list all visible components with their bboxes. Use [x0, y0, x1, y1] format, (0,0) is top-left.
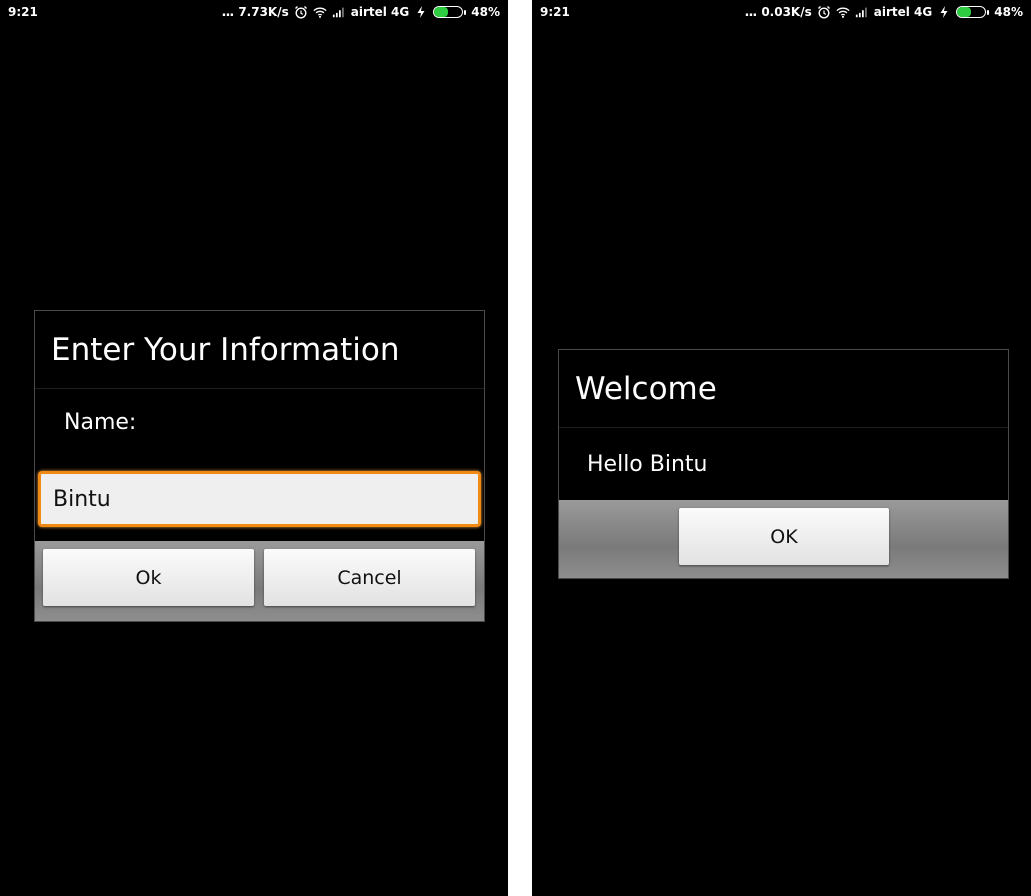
signal-icon: [332, 5, 346, 19]
cancel-button[interactable]: Cancel: [264, 549, 475, 606]
charging-icon: [937, 5, 951, 19]
battery-icon: [433, 6, 467, 18]
wifi-icon: [836, 5, 850, 19]
charging-icon: [414, 5, 428, 19]
info-dialog: Enter Your Information Name: Bintu Ok Ca…: [34, 310, 485, 622]
status-time: 9:21: [8, 5, 38, 19]
battery-percent: 48%: [994, 5, 1023, 19]
ok-button[interactable]: Ok: [43, 549, 254, 606]
battery-percent: 48%: [471, 5, 500, 19]
name-input[interactable]: Bintu: [38, 471, 481, 527]
welcome-message: Hello Bintu: [587, 451, 708, 477]
carrier-name: airtel 4G: [873, 5, 933, 19]
battery-fill: [434, 7, 448, 17]
status-bar: 9:21 ... 0.03K/s airtel 4G 48%: [532, 0, 1031, 24]
name-label: Name:: [64, 409, 137, 435]
left-screen: 9:21 ... 7.73K/s airtel 4G 48% Enter You…: [0, 0, 508, 896]
network-speed: 0.03K/s: [761, 5, 812, 19]
carrier-name: airtel 4G: [350, 5, 410, 19]
dialog-title: Enter Your Information: [35, 311, 484, 389]
notification-dots: ...: [221, 4, 235, 20]
status-bar: 9:21 ... 7.73K/s airtel 4G 48%: [0, 0, 508, 24]
dialog-button-bar: Ok Cancel: [35, 541, 484, 621]
wifi-icon: [313, 5, 327, 19]
battery-icon: [956, 6, 990, 18]
status-indicators: ... 7.73K/s airtel 4G 48%: [222, 5, 501, 20]
network-speed: 7.73K/s: [238, 5, 289, 19]
dialog-button-bar: OK: [559, 500, 1008, 578]
signal-icon: [855, 5, 869, 19]
dialog-title: Welcome: [559, 350, 1008, 428]
alarm-icon: [817, 5, 831, 19]
welcome-dialog: Welcome Hello Bintu OK: [558, 349, 1009, 579]
status-time: 9:21: [540, 5, 570, 19]
battery-fill: [957, 7, 971, 17]
alarm-icon: [294, 5, 308, 19]
right-screen: 9:21 ... 0.03K/s airtel 4G 48% Welcome H…: [532, 0, 1031, 896]
notification-dots: ...: [744, 4, 758, 20]
status-indicators: ... 0.03K/s airtel 4G 48%: [745, 5, 1024, 20]
ok-button[interactable]: OK: [679, 508, 889, 565]
